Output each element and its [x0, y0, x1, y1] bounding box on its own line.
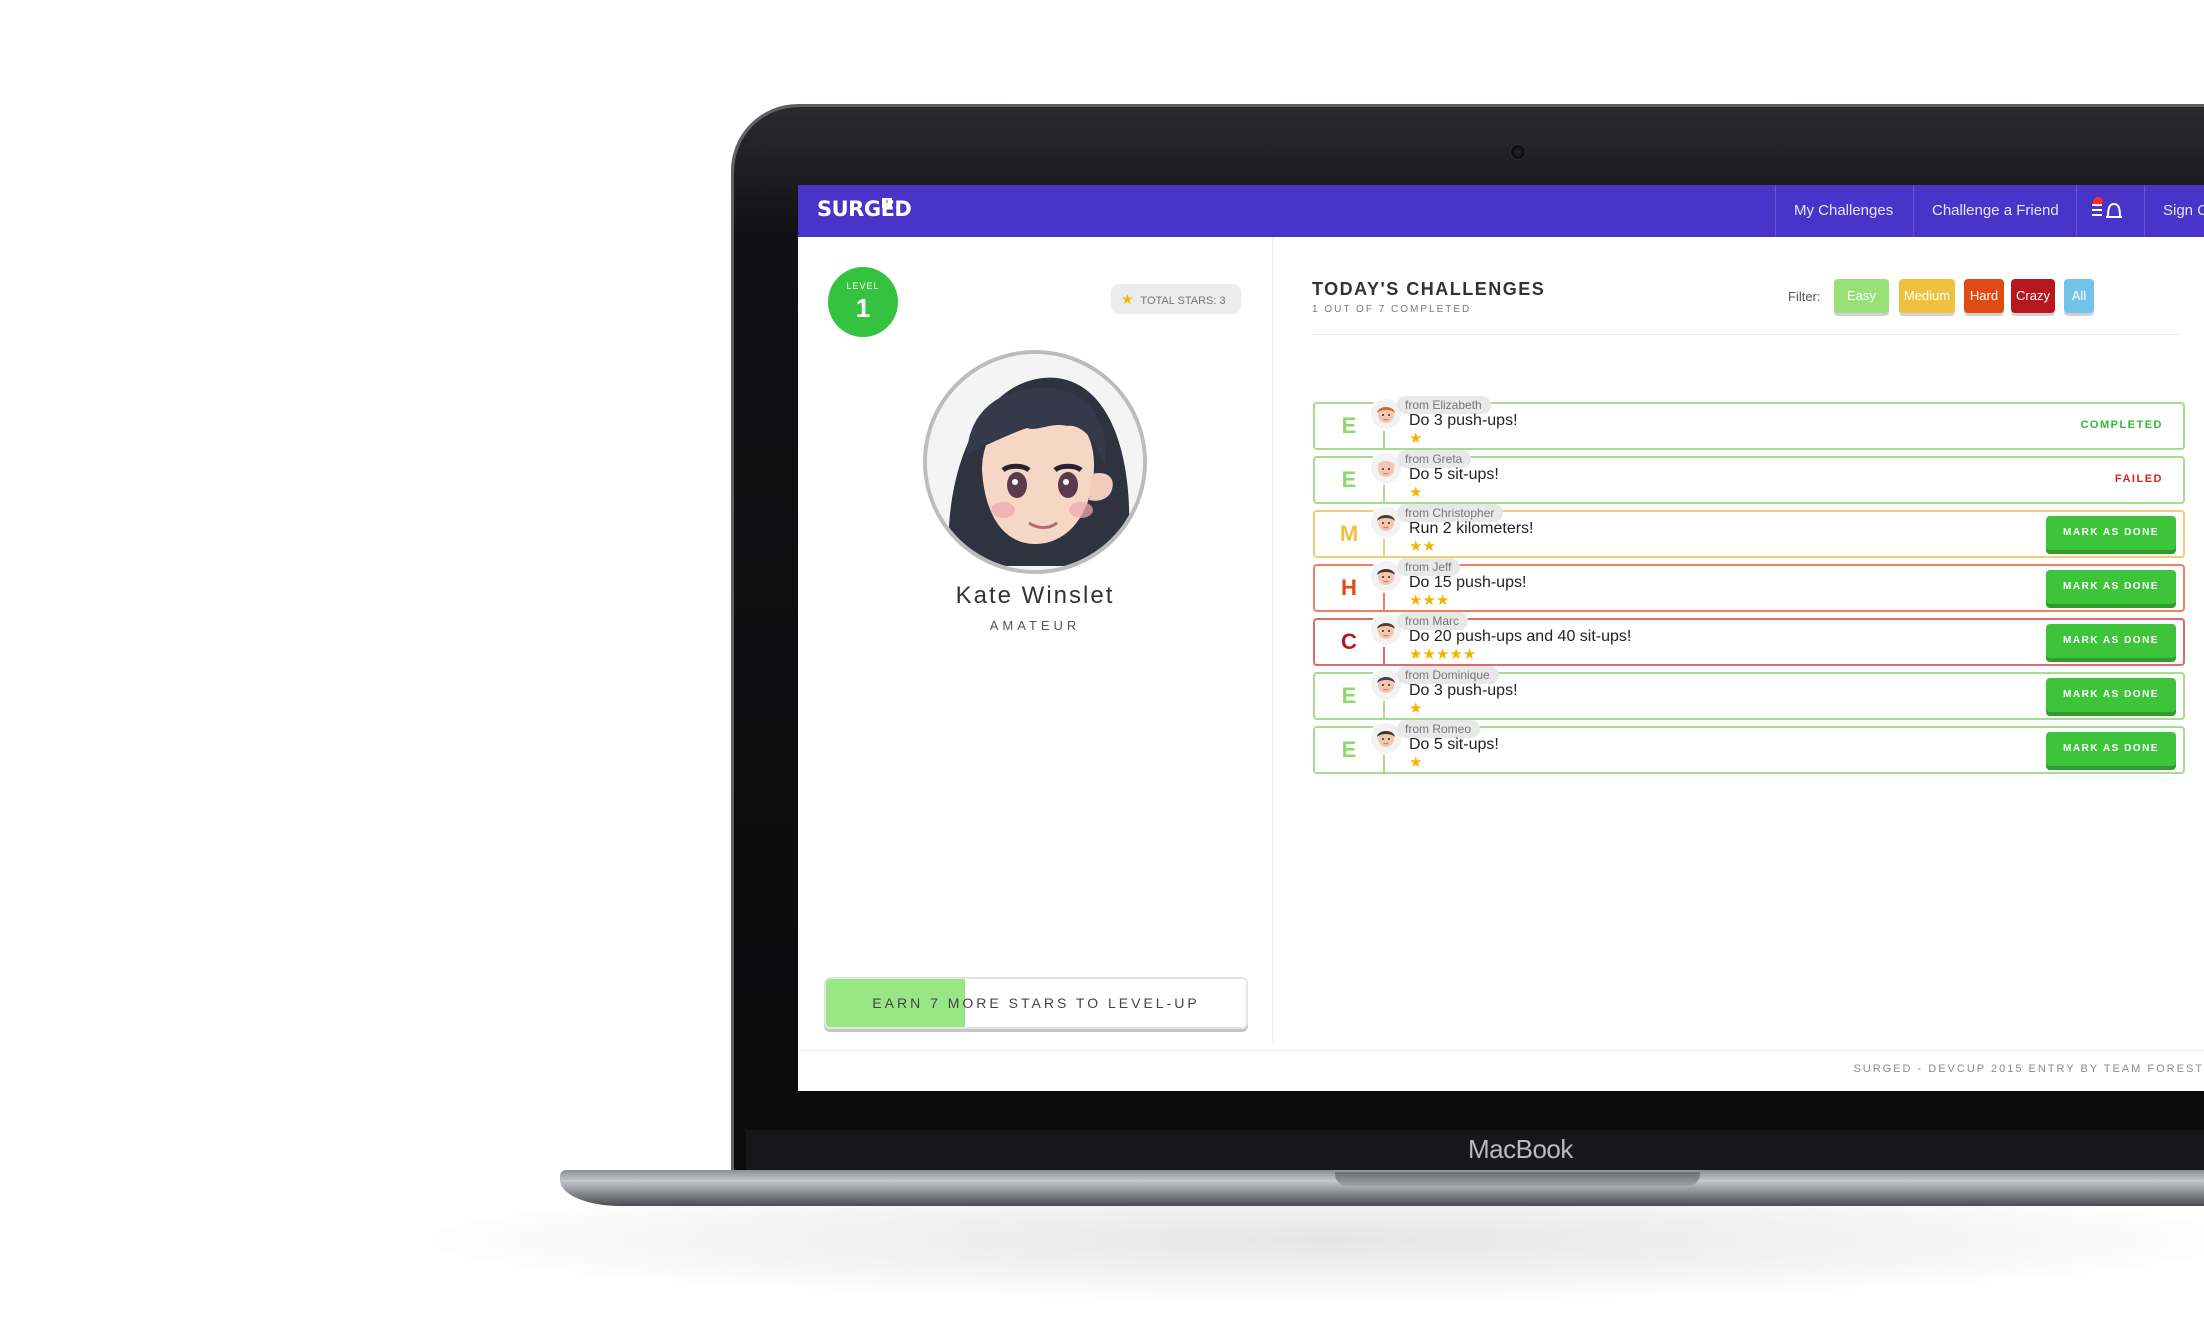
- mark-as-done-button[interactable]: MARK AS DONE: [2046, 732, 2176, 766]
- star-icon: ★: [1121, 291, 1134, 307]
- level-progress-bar: EARN 7 MORE STARS TO LEVEL-UP: [824, 977, 1248, 1029]
- avatar-illustration: [927, 354, 1143, 570]
- challenges-subtitle: 1 OUT OF 7 COMPLETED: [1312, 304, 1472, 315]
- challenge-status: FAILED: [2114, 473, 2163, 485]
- challenge-stars: ★: [1409, 430, 1423, 447]
- nav-sign-out[interactable]: Sign O: [2144, 185, 2204, 237]
- challenge-task: Do 15 push-ups!: [1409, 574, 1527, 591]
- challenge-task: Do 3 push-ups!: [1409, 682, 1518, 699]
- footer-credit: SURGED - DEVCUP 2015 ENTRY BY TEAM FORES…: [1853, 1063, 2204, 1075]
- mark-as-done-button[interactable]: MARK AS DONE: [2046, 678, 2176, 712]
- challenge-card: Efrom Dominique Do 3 push-ups! ★ MARK AS DO…: [1313, 666, 2185, 720]
- app-screen: SURGED ¹ My Challenges Challenge a Frien…: [798, 185, 2204, 1091]
- filter-easy-button[interactable]: Easy: [1834, 279, 1889, 313]
- filter-medium-button[interactable]: Medium: [1899, 279, 1955, 313]
- title-divider: [1312, 334, 2180, 335]
- profile-panel: LEVEL 1 ★ TOTAL STARS: 3 Kate Winslet AM…: [798, 237, 1273, 1043]
- challenge-task: Do 3 push-ups!: [1409, 412, 1518, 429]
- bell-icon: [2092, 202, 2122, 218]
- challenge-card: Hfrom Jeff Do 15 push-ups! ★★★ MARK AS DONE: [1313, 558, 2185, 612]
- challenge-stars: ★★★★★: [1409, 646, 1477, 663]
- notifications-menu[interactable]: [2076, 185, 2143, 237]
- challenge-stars: ★: [1409, 754, 1423, 771]
- total-stars-text: TOTAL STARS: 3: [1140, 295, 1226, 307]
- profile-rank: AMATEUR: [989, 618, 1081, 633]
- mark-as-done-button[interactable]: MARK AS DONE: [2046, 624, 2176, 658]
- level-label: LEVEL: [846, 281, 880, 291]
- challenge-task: Run 2 kilometers!: [1409, 520, 1534, 537]
- challenge-card: Efrom Elizabeth Do 3 push-ups! ★ COMPLETED: [1313, 396, 2185, 450]
- challenge-task: Do 5 sit-ups!: [1409, 736, 1499, 753]
- challenge-task: Do 5 sit-ups!: [1409, 466, 1499, 483]
- challenge-stars: ★★★: [1409, 592, 1450, 609]
- filter-hard-button[interactable]: Hard: [1964, 279, 2004, 313]
- challenge-status: COMPLETED: [2080, 419, 2163, 431]
- challenge-card: Cfrom Marc Do 20 push-ups and 40 sit-ups!…: [1313, 612, 2185, 666]
- challenges-panel: TODAY'S CHALLENGES 1 OUT OF 7 COMPLETED …: [1273, 237, 2204, 1043]
- logo-badge: ¹: [882, 198, 892, 208]
- challenges-title: TODAY'S CHALLENGES: [1312, 279, 1546, 299]
- nav-challenge-friend[interactable]: Challenge a Friend: [1913, 185, 2077, 237]
- filter-all-button[interactable]: All: [2064, 279, 2094, 313]
- level-progress-text: EARN 7 MORE STARS TO LEVEL-UP: [872, 995, 1200, 1011]
- mark-as-done-button[interactable]: MARK AS DONE: [2046, 516, 2176, 550]
- profile-name: Kate Winslet: [955, 582, 1115, 609]
- nav-my-challenges[interactable]: My Challenges: [1775, 185, 1911, 237]
- challenge-task: Do 20 push-ups and 40 sit-ups!: [1409, 628, 1632, 645]
- challenge-card: Efrom Romeo Do 5 sit-ups! ★ MARK AS DONE: [1313, 720, 2185, 774]
- mark-as-done-button[interactable]: MARK AS DONE: [2046, 570, 2176, 604]
- laptop-notch: [1335, 1172, 1700, 1186]
- level-value: 1: [855, 293, 871, 323]
- total-stars-pill: ★ TOTAL STARS: 3: [1111, 284, 1241, 314]
- challenge-stars: ★★: [1409, 538, 1436, 555]
- macbook-label: MacBook: [1468, 1134, 1573, 1164]
- level-badge: LEVEL 1: [828, 267, 898, 337]
- profile-avatar[interactable]: [923, 350, 1147, 574]
- challenge-card: Mfrom Christopher Run 2 kilometers! ★★ MARK…: [1313, 504, 2185, 558]
- app-logo[interactable]: SURGED: [817, 197, 912, 221]
- footer: SURGED - DEVCUP 2015 ENTRY BY TEAM FORES…: [798, 1050, 2204, 1091]
- challenge-stars: ★: [1409, 484, 1423, 501]
- filter-crazy-button[interactable]: Crazy: [2011, 279, 2055, 313]
- top-navbar: SURGED ¹ My Challenges Challenge a Frien…: [798, 185, 2204, 237]
- filter-label: Filter:: [1788, 289, 1821, 304]
- camera-icon: [1511, 145, 1525, 159]
- challenge-stars: ★: [1409, 700, 1423, 717]
- challenge-card: Efrom Greta Do 5 sit-ups! ★ FAILED: [1313, 450, 2185, 504]
